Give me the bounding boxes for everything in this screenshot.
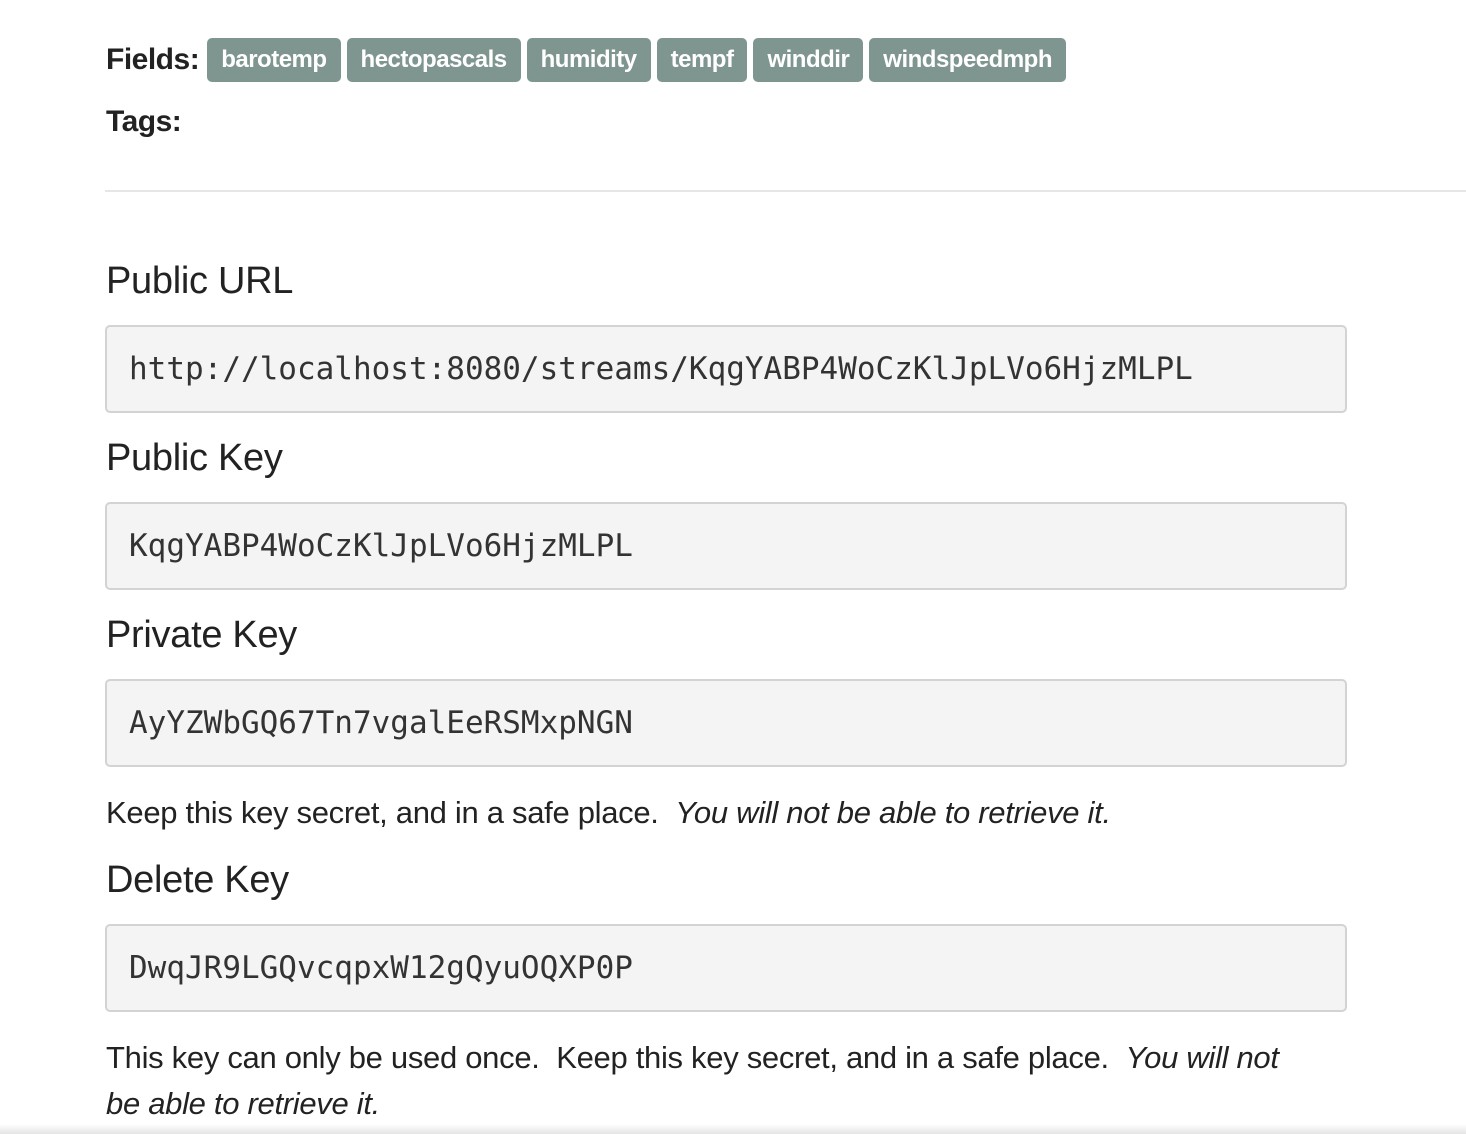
delete-key-note: This key can only be used once. Keep thi…: [106, 1035, 1306, 1127]
fields-row: Fields: barotemp hectopascals humidity t…: [106, 38, 1072, 82]
public-key-heading: Public Key: [106, 437, 283, 479]
private-key-box[interactable]: AyYZWbGQ67Tn7vgalEeRSMxpNGN: [105, 679, 1347, 767]
field-badge-barotemp: barotemp: [207, 38, 341, 82]
fields-label: Fields:: [106, 43, 200, 76]
private-key-note: Keep this key secret, and in a safe plac…: [106, 790, 1326, 836]
field-badge-tempf: tempf: [656, 38, 748, 82]
field-badge-hectopascals: hectopascals: [346, 38, 521, 82]
public-url-box[interactable]: http://localhost:8080/streams/KqgYABP4Wo…: [105, 325, 1347, 413]
private-key-heading: Private Key: [106, 614, 298, 656]
field-badge-windspeedmph: windspeedmph: [869, 38, 1066, 82]
public-url-heading: Public URL: [106, 260, 294, 302]
public-key-box[interactable]: KqgYABP4WoCzKlJpLVo6HjzMLPL: [105, 502, 1347, 590]
tags-row: Tags:: [106, 105, 189, 139]
private-key-note-plain: Keep this key secret, and in a safe plac…: [106, 795, 659, 830]
delete-key-note-plain: This key can only be used once. Keep thi…: [106, 1040, 1109, 1075]
field-badge-humidity: humidity: [526, 38, 651, 82]
private-key-note-italic: You will not be able to retrieve it.: [675, 795, 1111, 830]
tags-label: Tags:: [106, 105, 182, 138]
delete-key-box[interactable]: DwqJR9LGQvcqpxW12gQyuOQXP0P: [105, 924, 1347, 1012]
section-divider: [105, 190, 1466, 192]
field-badge-winddir: winddir: [753, 38, 864, 82]
bottom-scroll-fade: [0, 1124, 1466, 1134]
delete-key-heading: Delete Key: [106, 859, 289, 901]
